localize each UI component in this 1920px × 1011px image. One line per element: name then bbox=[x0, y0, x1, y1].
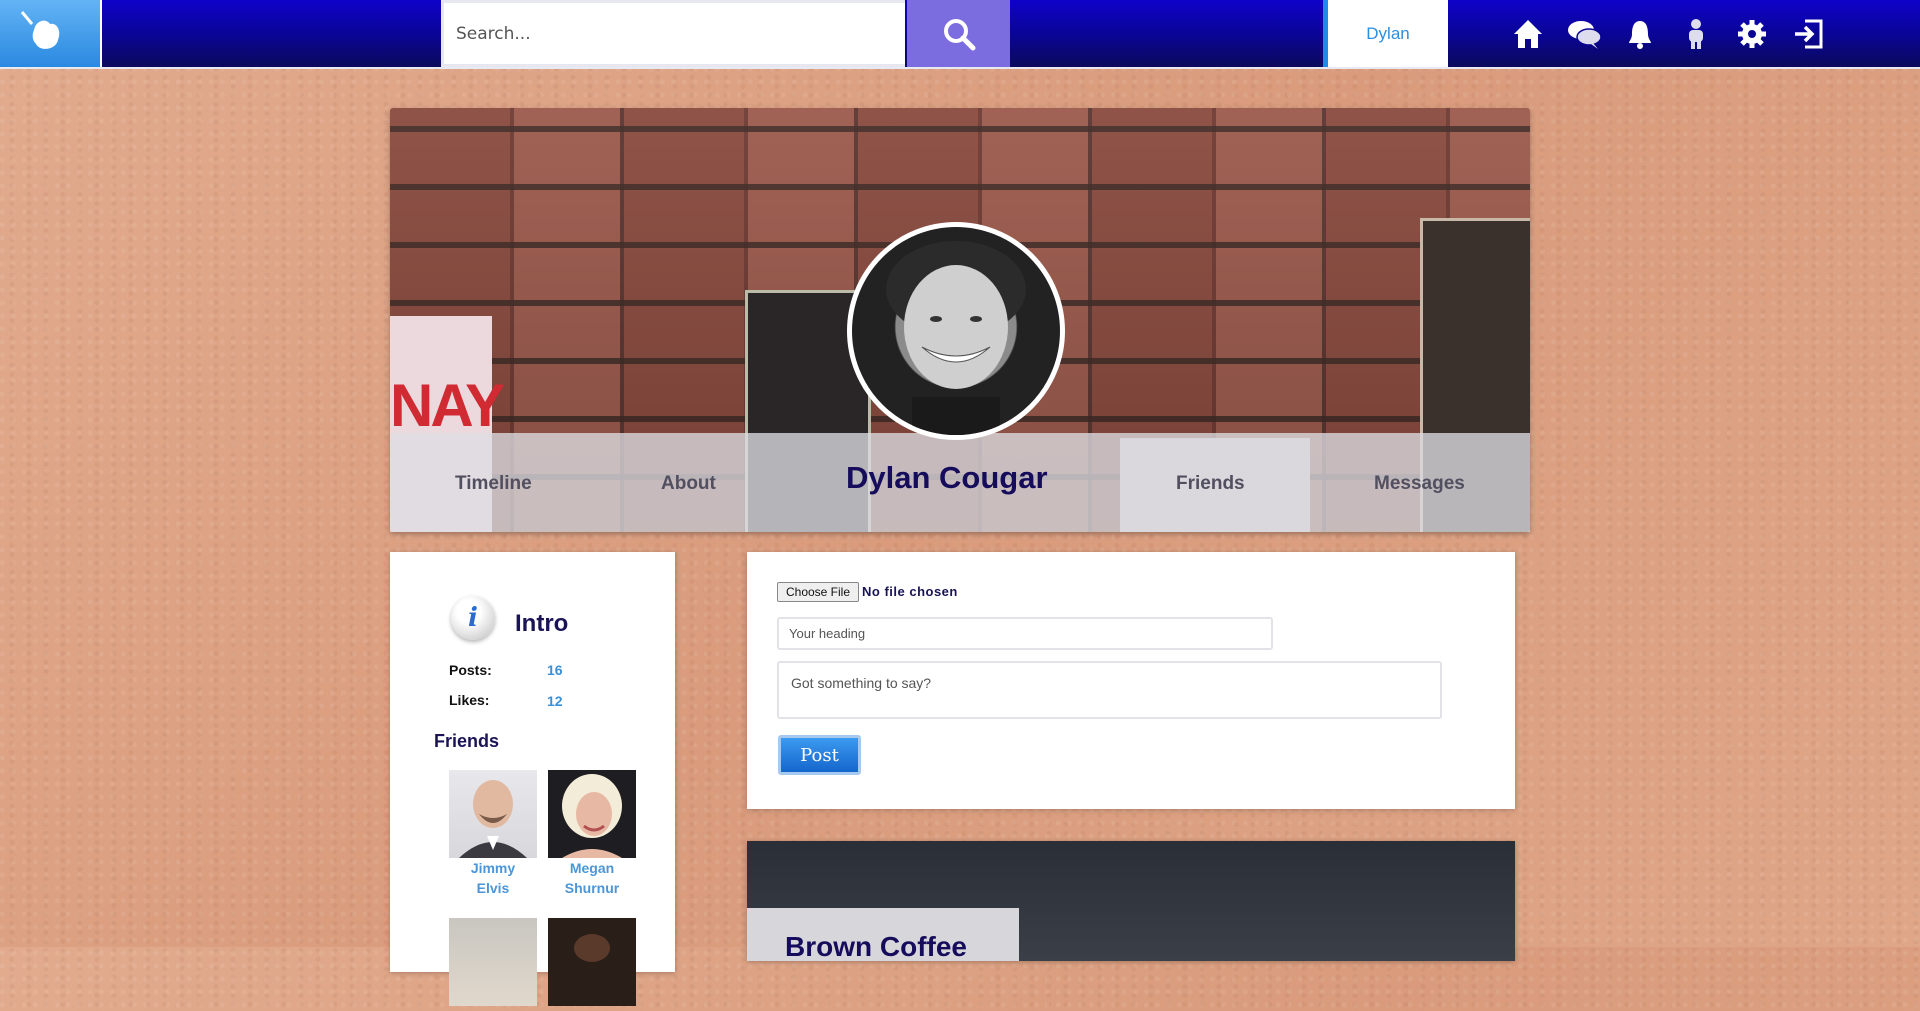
search-icon bbox=[943, 18, 975, 50]
chat-icon[interactable] bbox=[1564, 12, 1604, 56]
logo-icon bbox=[20, 11, 60, 49]
file-status: No file chosen bbox=[862, 584, 958, 599]
tab-timeline[interactable]: Timeline bbox=[455, 473, 532, 495]
friend-avatar[interactable] bbox=[548, 770, 636, 858]
tab-friends[interactable]: Friends bbox=[1176, 473, 1245, 495]
friend-name[interactable]: Jimmy Elvis bbox=[449, 858, 537, 898]
info-icon: i bbox=[451, 596, 495, 640]
post-button[interactable]: Post bbox=[778, 735, 861, 775]
user-profile-link[interactable]: Dylan bbox=[1323, 0, 1448, 67]
gear-icon[interactable] bbox=[1732, 12, 1772, 56]
bell-icon[interactable] bbox=[1620, 12, 1660, 56]
heading-input[interactable] bbox=[777, 617, 1273, 650]
post-composer: Choose File No file chosen Post bbox=[747, 552, 1515, 809]
posts-label: Posts: bbox=[449, 662, 492, 678]
friend-last-name: Elvis bbox=[476, 880, 510, 896]
friend-avatar[interactable] bbox=[449, 770, 537, 858]
likes-label: Likes: bbox=[449, 692, 490, 708]
profile-name: Dylan Cougar bbox=[846, 460, 1048, 495]
intro-card: i Intro Posts: 16 Likes: 12 Friends Jimm… bbox=[390, 552, 675, 1006]
tab-about[interactable]: About bbox=[661, 473, 716, 495]
likes-count[interactable]: 12 bbox=[547, 693, 563, 709]
search-button[interactable] bbox=[907, 0, 1010, 67]
friend-last-name: Shurnur bbox=[564, 880, 620, 896]
search-input[interactable] bbox=[441, 0, 905, 67]
home-icon[interactable] bbox=[1508, 12, 1548, 56]
nav-icon-group bbox=[1508, 12, 1828, 56]
friend-name[interactable]: Megan Shurnur bbox=[548, 858, 636, 898]
post-card: Brown Coffee bbox=[747, 841, 1515, 961]
friend-avatar[interactable] bbox=[548, 918, 636, 1006]
top-navbar: Dylan bbox=[0, 0, 1920, 69]
friends-title: Friends bbox=[434, 731, 500, 751]
tab-messages[interactable]: Messages bbox=[1374, 473, 1465, 495]
choose-file-button[interactable]: Choose File bbox=[777, 582, 859, 602]
friend-first-name: Megan bbox=[569, 860, 615, 876]
profile-avatar[interactable] bbox=[847, 222, 1065, 440]
intro-title: Intro bbox=[515, 610, 569, 637]
logout-icon[interactable] bbox=[1788, 12, 1828, 56]
post-body-textarea[interactable] bbox=[777, 661, 1442, 719]
posts-count[interactable]: 16 bbox=[547, 662, 563, 678]
app-logo[interactable] bbox=[0, 0, 102, 67]
friend-first-name: Jimmy bbox=[470, 860, 516, 876]
friend-avatar[interactable] bbox=[449, 918, 537, 1006]
cover-poster-text: NAY bbox=[390, 372, 505, 439]
people-icon[interactable] bbox=[1676, 12, 1716, 56]
post-title[interactable]: Brown Coffee bbox=[785, 931, 967, 961]
